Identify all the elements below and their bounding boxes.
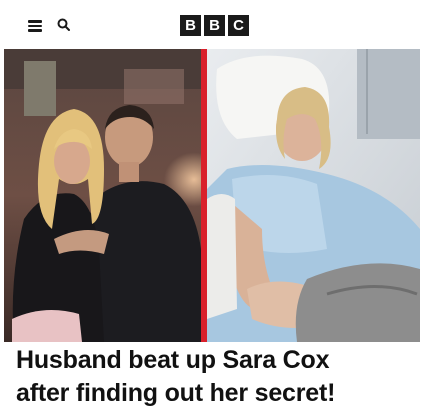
- bbc-logo[interactable]: B B C: [180, 15, 249, 36]
- headline-line-1: Husband beat up Sara Cox: [16, 346, 330, 374]
- logo-letter-b2: B: [204, 15, 225, 36]
- search-icon[interactable]: [56, 17, 72, 33]
- couple-photo: [4, 49, 201, 342]
- article-image[interactable]: [4, 49, 420, 342]
- logo-letter-b1: B: [180, 15, 201, 36]
- hamburger-menu-icon[interactable]: [28, 20, 42, 32]
- headline-line-2: after finding out her secret!: [16, 379, 336, 407]
- article-headline[interactable]: Husband beat up Sara Cox after finding o…: [16, 344, 416, 410]
- logo-letter-c: C: [228, 15, 249, 36]
- hospital-photo: [207, 49, 420, 342]
- top-navigation-bar: B B C: [0, 0, 424, 50]
